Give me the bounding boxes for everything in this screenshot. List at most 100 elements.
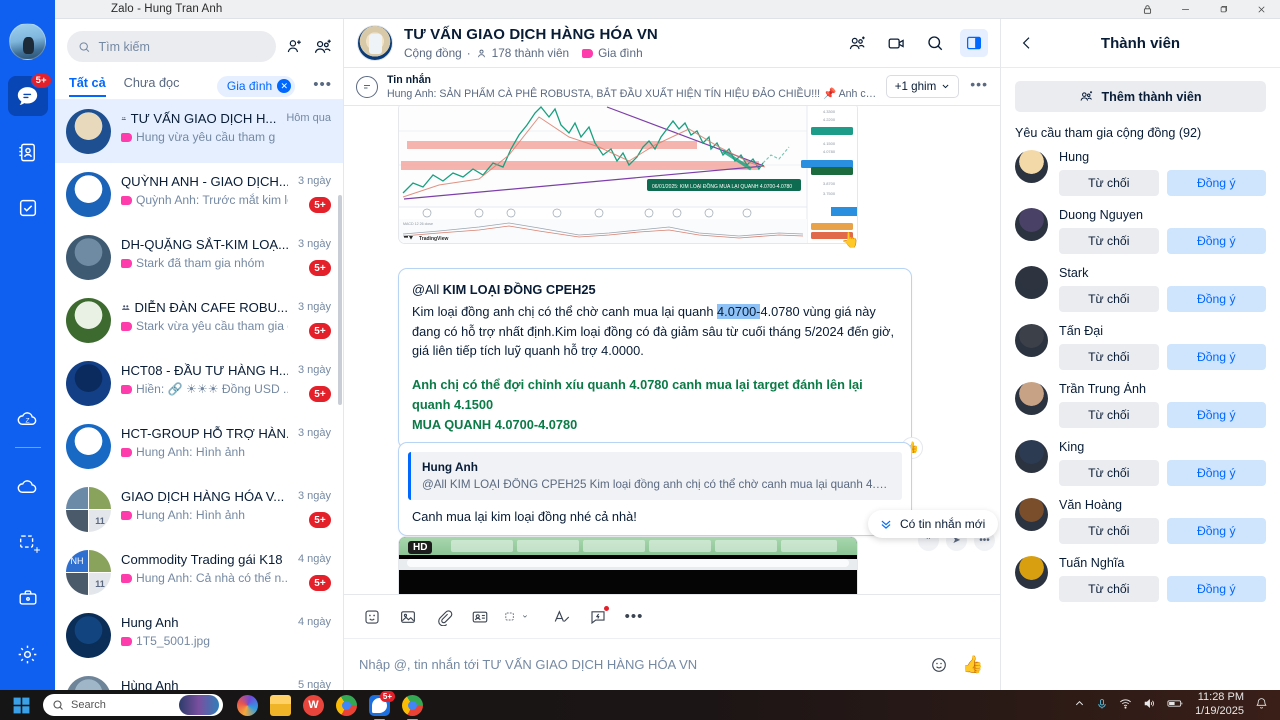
sidebar-item-todo[interactable] <box>8 188 48 228</box>
conversation-item[interactable]: HCT-GROUP HỖ TRỢ HÀN... Hung Anh: Hình ản… <box>55 415 343 478</box>
create-group-icon[interactable] <box>313 37 333 57</box>
sidebar-item-screen-capture[interactable] <box>8 522 48 562</box>
search-icon[interactable] <box>921 29 949 57</box>
back-icon[interactable] <box>1013 29 1041 57</box>
avatar[interactable] <box>1015 556 1048 589</box>
search-box[interactable] <box>67 31 276 62</box>
sidebar-item-zcloud[interactable]: Z <box>8 398 48 438</box>
add-member-icon[interactable] <box>843 29 871 57</box>
conversation-item[interactable]: 11 GIAO DỊCH HÀNG HÓA V... Hung Anh: Hình … <box>55 478 343 541</box>
deny-button[interactable]: Từ chối <box>1059 402 1159 428</box>
close-icon[interactable]: ✕ <box>277 79 292 93</box>
video-call-icon[interactable] <box>882 29 910 57</box>
conversation-item[interactable]: HCT08 - ĐẦU TƯ HÀNG H... Hiền: 🔗 ☀☀☀ Đồng… <box>55 352 343 415</box>
conversation-item[interactable]: Hung Anh 1T5_5001.jpg 4 ngày <box>55 604 343 667</box>
video-message-thumbnail[interactable]: HD <box>398 536 858 594</box>
deny-button[interactable]: Từ chối <box>1059 576 1159 602</box>
emoji-icon[interactable] <box>927 653 951 677</box>
conversation-scrollbar[interactable] <box>338 195 342 405</box>
deny-button[interactable]: Từ chối <box>1059 228 1159 254</box>
wifi-icon[interactable] <box>1119 697 1132 713</box>
microphone-icon[interactable] <box>1096 698 1108 713</box>
conversation-item[interactable]: QUỲNH ANH - GIAO DỊCH... Quỳnh Anh: Trước… <box>55 163 343 226</box>
filter-chip-family[interactable]: Gia đình ✕ <box>216 75 296 97</box>
search-input[interactable] <box>98 39 265 54</box>
sticker-icon[interactable] <box>360 605 384 629</box>
avatar[interactable] <box>1015 324 1048 357</box>
avatar[interactable] <box>1015 208 1048 241</box>
screenshot-icon[interactable] <box>504 605 528 629</box>
taskbar-clock[interactable]: 11:28 PM 1/19/2025 <box>1195 691 1244 719</box>
deny-button[interactable]: Từ chối <box>1059 286 1159 312</box>
avatar[interactable] <box>1015 440 1048 473</box>
group-avatar[interactable] <box>357 25 393 61</box>
format-icon[interactable] <box>550 605 574 629</box>
chart-image-message[interactable]: 06/01/2025: KIM LOẠI ĐỒNG MUA LẠI QUANH … <box>398 106 858 244</box>
tab-unread[interactable]: Chưa đọc <box>124 76 180 97</box>
join-requests-list[interactable]: Hung Từ chối Đồng ý Duong Nguyen Từ chối Đồng… <box>1001 144 1280 690</box>
accept-button[interactable]: Đồng ý <box>1166 286 1266 312</box>
card-icon[interactable] <box>468 605 492 629</box>
image-icon[interactable] <box>396 605 420 629</box>
avatar[interactable] <box>1015 498 1048 531</box>
quoted-message[interactable]: Hung Anh @All KIM LOẠI ĐỒNG CPEH25 Kim l… <box>408 452 902 500</box>
start-button[interactable] <box>12 696 31 715</box>
sidebar-item-messages[interactable]: 5+ <box>7 73 52 116</box>
chrome-icon[interactable] <box>336 694 357 716</box>
deny-button[interactable]: Từ chối <box>1059 170 1159 196</box>
accept-button[interactable]: Đồng ý <box>1166 576 1266 602</box>
chrome-canary-icon[interactable] <box>402 694 423 720</box>
pinned-more-button[interactable]: ••• <box>968 76 990 98</box>
sidebar-item-settings[interactable] <box>8 634 48 674</box>
message-bubble-reply[interactable]: Hung Anh @All KIM LOẠI ĐỒNG CPEH25 Kim l… <box>398 442 912 536</box>
info-panel-icon[interactable] <box>960 29 988 57</box>
conversation-item[interactable]: Hùng Anh 5 ngày <box>55 667 343 690</box>
avatar[interactable] <box>1015 382 1048 415</box>
avatar[interactable] <box>9 23 46 60</box>
message-list[interactable]: 06/01/2025: KIM LOẠI ĐỒNG MUA LẠI QUANH … <box>344 106 1000 594</box>
taskbar-search[interactable]: Search <box>43 694 223 716</box>
file-explorer-icon[interactable] <box>270 694 291 716</box>
conversation-item[interactable]: DH-QUẶNG SẮT-KIM LOẠ... Stark đã tham gia… <box>55 226 343 289</box>
message-bubble-advice[interactable]: @All KIM LOẠI ĐỒNG CPEH25 Kim loại đồng … <box>398 268 923 459</box>
close-button[interactable] <box>1242 0 1280 19</box>
zalo-icon[interactable]: 5+ <box>369 690 395 720</box>
deny-button[interactable]: Từ chối <box>1059 518 1159 544</box>
accept-button[interactable]: Đồng ý <box>1166 460 1266 486</box>
lock-icon[interactable] <box>1128 0 1166 19</box>
notification-icon[interactable] <box>1255 697 1268 713</box>
minimize-button[interactable] <box>1166 0 1204 19</box>
deny-button[interactable]: Từ chối <box>1059 344 1159 370</box>
sidebar-item-cloud[interactable] <box>8 466 48 506</box>
message-input[interactable] <box>359 657 917 672</box>
add-friend-icon[interactable] <box>285 37 304 56</box>
conversation-list[interactable]: TƯ VẤN GIAO DỊCH H... Hung vừa yêu cầu th… <box>55 100 343 690</box>
add-member-button[interactable]: Thêm thành viên <box>1015 81 1266 112</box>
new-messages-button[interactable]: Có tin nhắn mới <box>868 510 999 538</box>
filter-more-button[interactable]: ••• <box>313 76 332 96</box>
avatar[interactable] <box>1015 150 1048 183</box>
like-button[interactable]: 👍 <box>961 653 985 677</box>
volume-icon[interactable] <box>1143 697 1156 713</box>
accept-button[interactable]: Đồng ý <box>1166 518 1266 544</box>
sidebar-item-toolkit[interactable] <box>8 578 48 618</box>
accept-button[interactable]: Đồng ý <box>1166 402 1266 428</box>
conversation-item[interactable]: DIỄN ĐÀN CAFE ROBU... Stark vừa yêu cầu t… <box>55 289 343 352</box>
tab-all[interactable]: Tất cả <box>69 76 106 97</box>
pin-count-button[interactable]: +1 ghim <box>885 75 960 98</box>
pinned-message-bar[interactable]: Tin nhắn Hung Anh: SẢN PHẨM CÀ PHÊ ROBUS… <box>344 68 1000 106</box>
more-icon[interactable]: ••• <box>622 605 646 629</box>
accept-button[interactable]: Đồng ý <box>1166 228 1266 254</box>
chevron-up-icon[interactable] <box>1074 698 1085 712</box>
attach-icon[interactable] <box>432 605 456 629</box>
copilot-icon[interactable] <box>237 694 258 716</box>
widget-thumbnail[interactable] <box>179 695 219 715</box>
avatar[interactable] <box>1015 266 1048 299</box>
deny-button[interactable]: Từ chối <box>1059 460 1159 486</box>
maximize-button[interactable] <box>1204 0 1242 19</box>
accept-button[interactable]: Đồng ý <box>1166 344 1266 370</box>
wps-office-icon[interactable]: W <box>303 694 324 716</box>
battery-icon[interactable] <box>1167 697 1184 713</box>
quick-message-icon[interactable] <box>586 605 610 629</box>
conversation-item[interactable]: TƯ VẤN GIAO DỊCH H... Hung vừa yêu cầu th… <box>55 100 343 163</box>
